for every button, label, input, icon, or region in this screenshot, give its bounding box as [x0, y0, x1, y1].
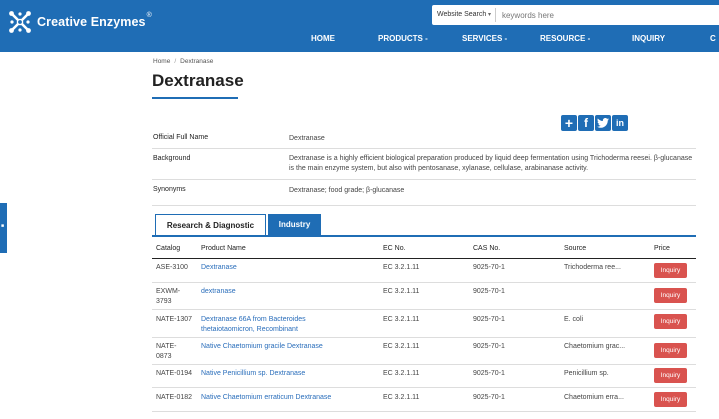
tab-industry[interactable]: Industry — [268, 214, 321, 235]
catalog-cell: EXWM-3793 — [156, 288, 181, 305]
cas-cell: 9025-70-1 — [473, 394, 505, 401]
brand-name: Creative Enzymes® — [37, 12, 152, 29]
catalog-cell: NATE-0194 — [156, 370, 193, 377]
breadcrumb-separator: / — [174, 58, 177, 65]
source-cell: Penicillium sp. — [564, 370, 609, 377]
inquiry-button[interactable]: Inquiry — [654, 314, 687, 329]
catalog-cell: ASE-3100 — [156, 264, 188, 271]
side-floating-tab[interactable]: ■ — [0, 203, 7, 253]
twitter-bird-shape — [597, 118, 609, 128]
tab-underline — [152, 235, 696, 237]
info-row-background: Background Dextranase is a highly effici… — [152, 149, 696, 180]
page-title: Dextranase — [152, 71, 244, 90]
product-link[interactable]: Dextranase — [201, 263, 321, 273]
table-row: ASE-3100 Dextranase EC 3.2.1.11 9025-70-… — [152, 259, 696, 283]
search-input[interactable] — [495, 10, 696, 20]
catalog-cell: NATE-0182 — [156, 394, 193, 401]
source-cell: E. coli — [564, 316, 584, 323]
column-header-cas-no: CAS No. — [473, 245, 501, 252]
brand-text: Creative Enzymes — [37, 15, 146, 29]
catalog-cell: NATE-1307 — [156, 316, 193, 323]
column-header-product-name: Product Name — [201, 245, 246, 252]
linkedin-icon[interactable]: in — [612, 115, 628, 131]
nav-services[interactable]: SERVICES - — [462, 34, 507, 43]
search-scope-select[interactable]: Website Search — [432, 8, 496, 22]
cas-cell: 9025-70-1 — [473, 343, 505, 350]
table-row: NATE-0873 Native Chaetomium gracile Dext… — [152, 338, 696, 365]
table-row: NATE-1307 Dextranase 66A from Bacteroide… — [152, 310, 696, 338]
breadcrumb: Home / Dextranase — [153, 58, 213, 65]
inquiry-button[interactable]: Inquiry — [654, 343, 687, 358]
nav-resource[interactable]: RESOURCE - — [540, 34, 590, 43]
site-header: Creative Enzymes® Website Search HOME PR… — [0, 0, 719, 52]
info-value: Dextranase; food grade; β-glucanase — [289, 187, 405, 194]
source-cell: Trichoderma ree... — [564, 264, 621, 271]
source-cell: Chaetomium grac... — [564, 343, 626, 350]
product-link[interactable]: Native Chaetomium gracile Dextranase — [201, 342, 361, 352]
ec-cell: EC 3.2.1.11 — [383, 288, 420, 295]
ec-cell: EC 3.2.1.11 — [383, 264, 420, 271]
cas-cell: 9025-70-1 — [473, 264, 505, 271]
search-bar: Website Search — [432, 5, 719, 25]
ec-cell: EC 3.2.1.11 — [383, 370, 420, 377]
info-label: Synonyms — [153, 186, 186, 193]
plus-glyph: + — [564, 115, 574, 131]
column-header-ec-no: EC No. — [383, 245, 406, 252]
logo-icon — [9, 11, 31, 33]
info-row-synonyms: Synonyms Dextranase; food grade; β-gluca… — [152, 180, 696, 206]
product-link[interactable]: dextranase — [201, 287, 321, 297]
inquiry-button[interactable]: Inquiry — [654, 263, 687, 278]
plus-icon[interactable]: + — [561, 115, 577, 131]
inquiry-button[interactable]: Inquiry — [654, 392, 687, 407]
facebook-glyph: f — [584, 116, 588, 130]
product-link[interactable]: Dextranase 66A from Bacteroides thetaiot… — [201, 315, 336, 335]
nav-home[interactable]: HOME — [311, 34, 335, 43]
info-row-full-name: Official Full Name Dextranase — [152, 130, 696, 149]
cas-cell: 9025-70-1 — [473, 370, 505, 377]
ec-cell: EC 3.2.1.11 — [383, 394, 420, 401]
inquiry-button[interactable]: Inquiry — [654, 368, 687, 383]
main-nav: HOME PRODUCTS - SERVICES - RESOURCE - IN… — [0, 34, 719, 46]
table-row: NATE-0194 Native Penicillium sp. Dextran… — [152, 365, 696, 388]
cas-cell: 9025-70-1 — [473, 288, 505, 295]
source-cell: Chaetomium erra... — [564, 394, 624, 401]
registered-mark: ® — [146, 12, 152, 19]
info-value: Dextranase — [289, 135, 325, 142]
side-tab-dot: ■ — [1, 223, 5, 229]
column-header-price: Price — [654, 245, 670, 252]
info-value: Dextranase is a highly efficient biologi… — [289, 155, 693, 172]
linkedin-glyph: in — [616, 118, 624, 128]
breadcrumb-home[interactable]: Home — [153, 58, 170, 65]
logo[interactable]: Creative Enzymes® — [8, 10, 152, 34]
cas-cell: 9025-70-1 — [473, 316, 505, 323]
info-label: Background — [153, 155, 191, 162]
nav-products[interactable]: PRODUCTS - — [378, 34, 428, 43]
column-header-catalog: Catalog — [156, 245, 181, 252]
ec-cell: EC 3.2.1.11 — [383, 343, 420, 350]
tab-research-diagnostic[interactable]: Research & Diagnostic — [155, 214, 266, 236]
table-row: NATE-0182 Native Chaetomium erraticum De… — [152, 388, 696, 412]
catalog-cell: NATE-0873 — [156, 343, 177, 360]
ec-cell: EC 3.2.1.11 — [383, 316, 420, 323]
product-link[interactable]: Native Penicillium sp. Dextranase — [201, 369, 361, 379]
breadcrumb-current: Dextranase — [180, 58, 214, 65]
title-underline — [152, 97, 238, 99]
facebook-icon[interactable]: f — [578, 115, 594, 131]
nav-inquiry[interactable]: INQUIRY — [632, 34, 665, 43]
column-header-source: Source — [564, 245, 587, 252]
nav-contact[interactable]: C — [710, 34, 716, 43]
product-link[interactable]: Native Chaetomium erraticum Dextranase — [201, 393, 371, 403]
table-row: EXWM-3793 dextranase EC 3.2.1.11 9025-70… — [152, 283, 696, 310]
info-label: Official Full Name — [153, 134, 209, 141]
share-buttons: + f t in — [561, 115, 628, 131]
inquiry-button[interactable]: Inquiry — [654, 288, 687, 303]
twitter-icon[interactable]: t — [595, 115, 611, 131]
